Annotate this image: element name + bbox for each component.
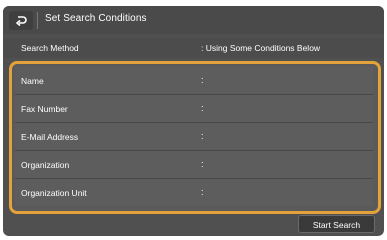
back-arrow-icon <box>16 16 27 26</box>
condition-value: : <box>201 187 204 197</box>
search-method-value: : Using Some Conditions Below <box>201 43 321 53</box>
main-panel: Set Search Conditions Search Method : Us… <box>3 6 384 236</box>
search-method-row[interactable]: Search Method : Using Some Conditions Be… <box>3 38 384 58</box>
condition-value: : <box>201 159 204 169</box>
screen: Set Search Conditions Search Method : Us… <box>0 0 387 240</box>
condition-label: Name <box>21 76 44 86</box>
condition-row-name[interactable]: Name : <box>15 67 373 95</box>
condition-row-fax-number[interactable]: Fax Number : <box>15 95 373 123</box>
condition-value: : <box>201 131 204 141</box>
title-divider <box>37 12 38 29</box>
condition-label: E-Mail Address <box>21 132 79 142</box>
condition-label: Fax Number <box>21 104 68 114</box>
back-button[interactable] <box>9 11 33 30</box>
start-search-button[interactable]: Start Search <box>298 215 375 233</box>
condition-row-email-address[interactable]: E-Mail Address : <box>15 123 373 151</box>
condition-row-organization-unit[interactable]: Organization Unit : <box>15 179 373 206</box>
condition-value: : <box>201 75 204 85</box>
condition-value: : <box>201 103 204 113</box>
condition-row-organization[interactable]: Organization : <box>15 151 373 179</box>
page-title: Set Search Conditions <box>45 13 147 24</box>
search-method-label: Search Method <box>21 43 79 53</box>
condition-label: Organization <box>21 160 70 170</box>
conditions-list: Name : Fax Number : E-Mail Address : Org… <box>9 61 381 214</box>
condition-label: Organization Unit <box>21 188 87 198</box>
title-bar: Set Search Conditions <box>3 6 384 34</box>
